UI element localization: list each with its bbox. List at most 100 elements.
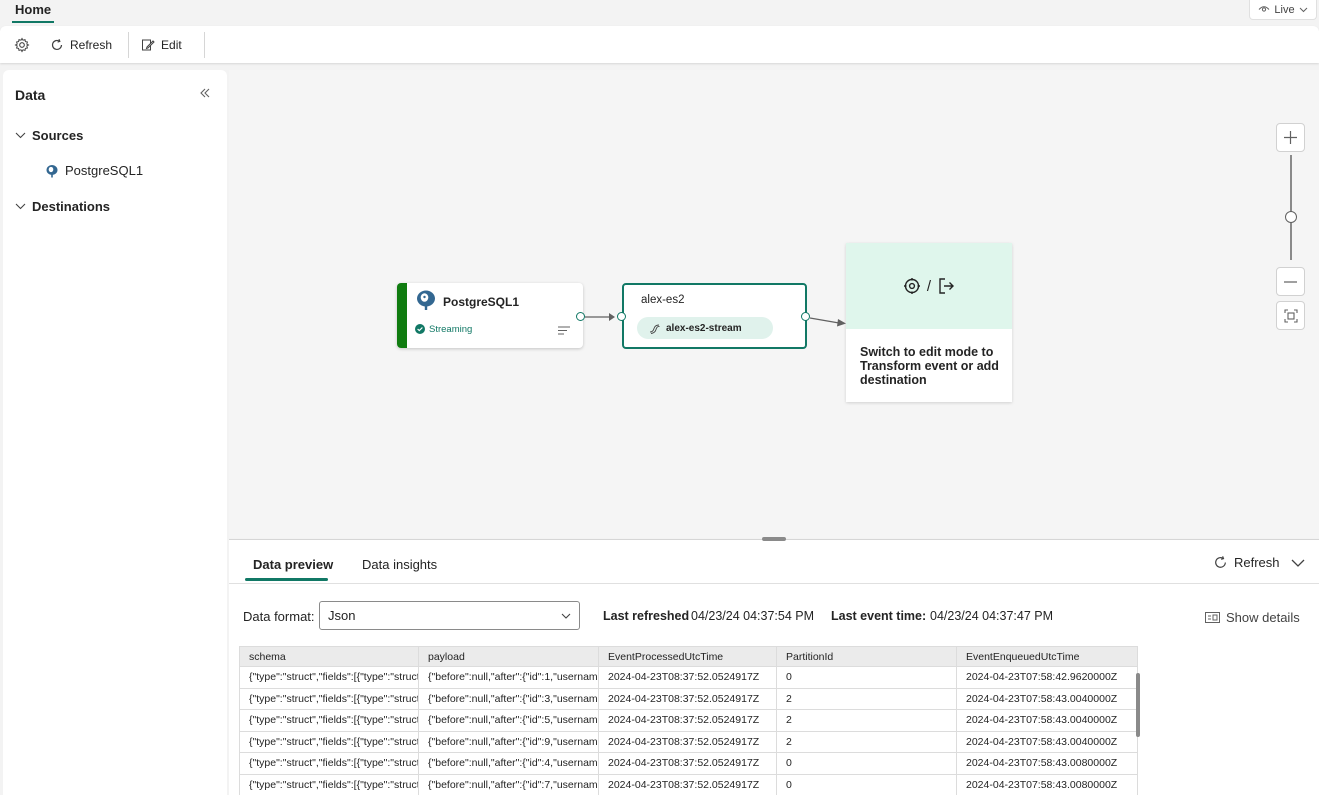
table-cell: {"before":null,"after":{"id":4,"usernam [419,753,599,775]
collapse-sidebar-button[interactable] [199,85,211,101]
destination-message: Switch to edit mode to Transform event o… [860,345,1010,387]
data-sidebar: Data Sources PostgreSQL1 Destinations [3,70,227,795]
preview-refresh-button[interactable]: Refresh [1213,555,1280,570]
tree-group-sources[interactable]: Sources [15,128,83,143]
refresh-icon [1213,555,1228,570]
source-item-label: PostgreSQL1 [65,163,143,178]
table-row[interactable]: {"type":"struct","fields":[{"type":"stru… [240,774,1138,795]
stream-pill[interactable]: alex-es2-stream [637,317,773,339]
table-cell: 2024-04-23T08:37:52.0524917Z [599,667,777,689]
fit-to-screen-button[interactable] [1276,301,1305,330]
chevron-down-icon [15,203,26,210]
edit-label: Edit [161,38,182,52]
tree-group-destinations[interactable]: Destinations [15,199,110,214]
zoom-slider-track[interactable] [1290,155,1292,260]
table-cell: {"before":null,"after":{"id":7,"usernam [419,774,599,795]
zoom-slider-thumb[interactable] [1285,211,1297,223]
table-cell: 2024-04-23T08:37:52.0524917Z [599,731,777,753]
source-node-status: Streaming [429,324,472,335]
table-cell: {"before":null,"after":{"id":3,"usernam [419,688,599,710]
refresh-label: Refresh [70,38,112,52]
last-event-value: 04/23/24 04:37:47 PM [930,609,1053,623]
table-row[interactable]: {"type":"struct","fields":[{"type":"stru… [240,731,1138,753]
column-header-partition[interactable]: PartitionId [777,647,957,667]
table-cell: 2024-04-23T07:58:43.0040000Z [957,710,1138,732]
home-tab[interactable]: Home [15,2,51,17]
table-header-row: schema payload EventProcessedUtcTime Par… [240,647,1138,667]
table-row[interactable]: {"type":"struct","fields":[{"type":"stru… [240,667,1138,689]
table-cell: 0 [777,753,957,775]
source-node-postgresql1[interactable]: PostgreSQL1 Streaming [397,283,583,348]
table-cell: 2024-04-23T08:37:52.0524917Z [599,753,777,775]
chevron-down-icon [1291,559,1305,568]
preview-refresh-label: Refresh [1234,555,1280,570]
column-header-event-enqueued[interactable]: EventEnqueuedUtcTime [957,647,1138,667]
preview-options-button[interactable] [1291,555,1305,571]
table-cell: 2 [777,731,957,753]
table-cell: 2024-04-23T07:58:43.0080000Z [957,774,1138,795]
source-output-port[interactable] [576,312,585,321]
edit-icon [141,38,155,52]
panel-resize-handle[interactable] [762,537,786,541]
table-cell: {"type":"struct","fields":[{"type":"stru… [240,774,419,795]
data-format-select[interactable]: Json [319,601,580,630]
eventstream-node-alex-es2[interactable]: alex-es2 alex-es2-stream [622,283,807,349]
column-header-event-processed[interactable]: EventProcessedUtcTime [599,647,777,667]
table-cell: {"before":null,"after":{"id":5,"usernam [419,710,599,732]
minus-icon [1284,281,1297,283]
table-row[interactable]: {"type":"struct","fields":[{"type":"stru… [240,710,1138,732]
toolbar-divider [204,32,205,58]
table-scrollbar[interactable] [1136,673,1140,737]
table-cell: 2024-04-23T08:37:52.0524917Z [599,688,777,710]
live-view-dropdown[interactable]: Live [1249,0,1317,20]
chevron-down-icon [561,613,571,619]
destination-separator: / [927,278,931,295]
tab-data-preview[interactable]: Data preview [253,557,333,572]
eventstream-output-port[interactable] [801,312,810,321]
last-refreshed-value: 04/23/24 04:37:54 PM [691,609,814,623]
toolbar-divider [128,32,129,58]
refresh-button[interactable]: Refresh [42,30,120,60]
table-cell: {"type":"struct","fields":[{"type":"stru… [240,710,419,732]
tab-data-insights[interactable]: Data insights [362,557,437,572]
tabs-divider [229,583,1319,584]
table-cell: 2024-04-23T07:58:43.0080000Z [957,753,1138,775]
zoom-out-button[interactable] [1276,267,1305,296]
double-chevron-left-icon [199,88,211,98]
column-header-schema[interactable]: schema [240,647,419,667]
table-cell: 2 [777,688,957,710]
source-node-accent [397,283,407,348]
check-circle-icon [415,324,425,334]
table-cell: 2 [777,710,957,732]
preview-table: schema payload EventProcessedUtcTime Par… [239,646,1138,795]
table-cell: 0 [777,667,957,689]
source-node-title: PostgreSQL1 [443,295,519,309]
table-cell: {"type":"struct","fields":[{"type":"stru… [240,667,419,689]
details-icon [1205,612,1220,623]
table-cell: 2024-04-23T08:37:52.0524917Z [599,710,777,732]
destination-icons: / [846,243,1012,329]
zoom-in-button[interactable] [1276,123,1305,152]
tree-item-postgresql1[interactable]: PostgreSQL1 [45,163,143,178]
table-cell: {"before":null,"after":{"id":9,"usernam [419,731,599,753]
menu-lines-icon[interactable] [558,326,570,335]
table-row[interactable]: {"type":"struct","fields":[{"type":"stru… [240,753,1138,775]
postgresql-icon [415,289,437,311]
table-cell: {"before":null,"after":{"id":1,"usernam [419,667,599,689]
table-row[interactable]: {"type":"struct","fields":[{"type":"stru… [240,688,1138,710]
fit-screen-icon [1284,309,1298,323]
eventstream-canvas[interactable]: PostgreSQL1 Streaming alex-es2 alex-es2-… [229,70,1319,538]
data-format-label: Data format: [243,609,315,624]
refresh-icon [50,38,64,52]
sources-label: Sources [32,128,83,143]
chevron-down-icon [15,132,26,139]
table-cell: 2024-04-23T08:37:52.0524917Z [599,774,777,795]
table-cell: 2024-04-23T07:58:42.9620000Z [957,667,1138,689]
show-details-button[interactable]: Show details [1205,610,1300,625]
settings-button[interactable] [6,30,38,60]
sign-out-icon [937,277,955,295]
edit-button[interactable]: Edit [133,30,190,60]
column-header-payload[interactable]: payload [419,647,599,667]
eventstream-input-port[interactable] [617,312,626,321]
eventstream-node-title: alex-es2 [641,294,684,306]
